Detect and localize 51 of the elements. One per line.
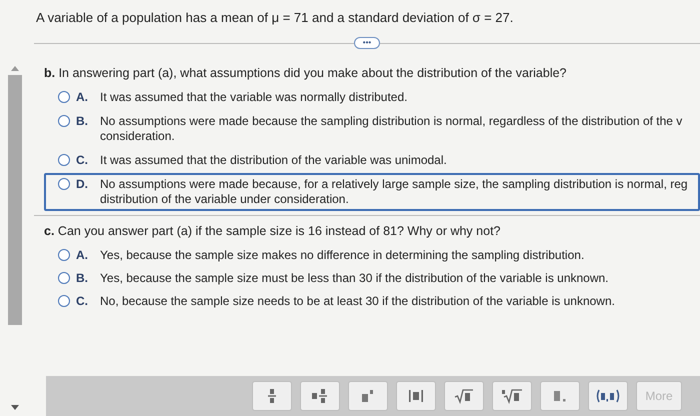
answer-option[interactable]: A. It was assumed that the variable was normally distributed. — [44, 86, 700, 109]
answer-option[interactable]: B. No assumptions were made because the sampling distribution is normal, regardless of the distribution of the v consideration. — [44, 110, 700, 148]
problem-statement: A variable of a population has a mean of μ = 71 and a standard deviation of σ = 27. — [35, 9, 514, 27]
radio-button[interactable] — [58, 154, 70, 166]
answer-option[interactable]: C. It was assumed that the distribution of the variable was unimodal. — [44, 149, 700, 172]
option-letter: A. — [76, 90, 89, 104]
option-text: It was assumed that the variable was normally distributed. — [100, 90, 408, 105]
nth-root-icon — [501, 388, 523, 404]
expand-button[interactable]: ••• — [354, 37, 380, 49]
scrollbar-thumb[interactable] — [8, 75, 22, 325]
radio-button[interactable] — [58, 249, 70, 261]
ordered-pair-icon — [595, 388, 621, 404]
question-text: c. Can you answer part (a) if the sample size is 16 instead of 81? Why or why not? — [44, 224, 502, 238]
answer-option[interactable]: D. No assumptions were made because, for a relatively large sample size, the sampling distribution is normal, reg distribution of the variable under consideration. — [44, 173, 700, 211]
option-text: Yes, because the sample size makes no difference in determining the sampling distribution. — [100, 248, 584, 263]
absolute-value-icon — [408, 388, 424, 404]
option-letter: B. — [76, 271, 89, 285]
question-text: b. In answering part (a), what assumptions did you make about the distribution of the variable? — [44, 66, 568, 80]
math-tool-button[interactable] — [396, 381, 436, 411]
radio-button[interactable] — [58, 178, 70, 190]
answer-option[interactable]: C. No, because the sample size needs to be at least 30 if the distribution of the variable is unknown. — [44, 290, 700, 313]
math-tool-button[interactable] — [300, 381, 340, 411]
math-tool-button[interactable] — [252, 381, 292, 411]
radio-button[interactable] — [58, 115, 70, 127]
exponent-icon — [361, 388, 375, 404]
option-text: It was assumed that the distribution of the variable was unimodal. — [100, 153, 447, 168]
option-letter: C. — [76, 294, 89, 308]
scroll-down-icon[interactable] — [11, 405, 19, 410]
option-letter: C. — [76, 153, 89, 167]
answer-option[interactable]: B. Yes, because the sample size must be less than 30 if the distribution of the variable is unknown. — [44, 267, 700, 290]
math-tool-button[interactable] — [540, 381, 580, 411]
fraction-icon — [267, 388, 277, 404]
option-text: No assumptions were made because, for a relatively large sample size, the sampling distribution is normal, reg distribution of the variable under consideration. — [100, 177, 689, 207]
scroll-up-icon[interactable] — [11, 66, 19, 71]
answer-option[interactable]: A. Yes, because the sample size makes no difference in determining the sampling distribution. — [44, 244, 700, 267]
math-tool-button[interactable] — [588, 381, 628, 411]
math-tool-button[interactable] — [348, 381, 388, 411]
radio-button[interactable] — [58, 272, 70, 284]
math-tool-button[interactable] — [444, 381, 484, 411]
radio-button[interactable] — [58, 295, 70, 307]
radio-button[interactable] — [58, 91, 70, 103]
decimal-icon — [553, 388, 567, 404]
option-text: No, because the sample size needs to be at least 30 if the distribution of the variable is unknown. — [100, 294, 615, 309]
option-letter: A. — [76, 248, 89, 262]
option-text: Yes, because the sample size must be less than 30 if the distribution of the variable is unknown. — [100, 271, 609, 286]
square-root-icon — [454, 388, 474, 404]
option-letter: B. — [76, 114, 89, 128]
mixed-number-icon — [311, 388, 329, 404]
math-tool-button[interactable] — [492, 381, 532, 411]
option-text: No assumptions were made because the sampling distribution is normal, regardless of the distribution of the v consideration. — [100, 114, 684, 144]
option-letter: D. — [76, 177, 89, 191]
